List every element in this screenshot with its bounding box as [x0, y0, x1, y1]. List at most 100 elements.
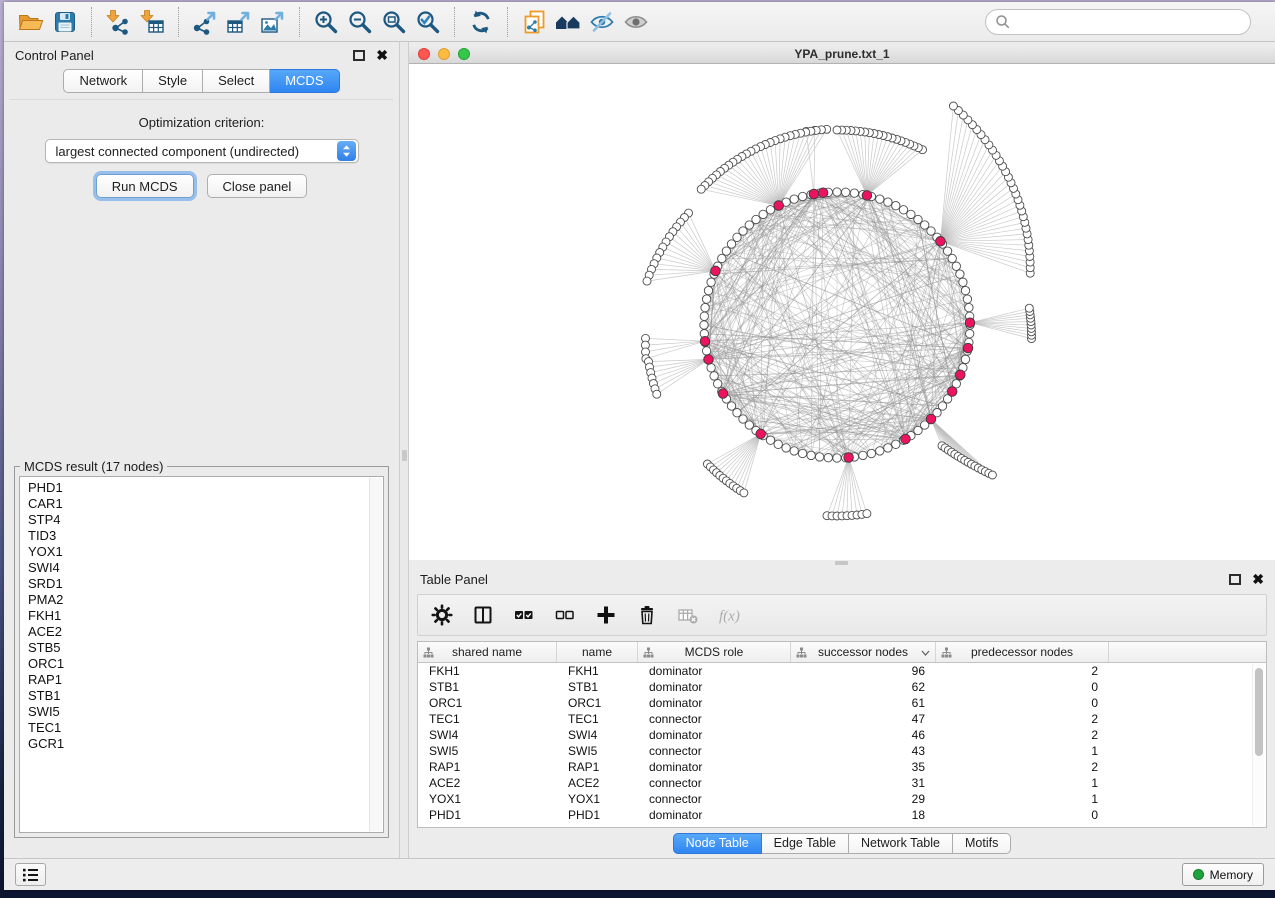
- table-cell[interactable]: FKH1: [557, 664, 638, 678]
- network-graph[interactable]: [409, 64, 1275, 560]
- export-image-button[interactable]: [256, 6, 290, 38]
- table-cell[interactable]: connector: [638, 712, 791, 726]
- table-cell[interactable]: 1: [936, 792, 1109, 806]
- tab-style[interactable]: Style: [143, 69, 203, 93]
- table-cell[interactable]: ORC1: [557, 696, 638, 710]
- tab-mcds[interactable]: MCDS: [270, 69, 339, 93]
- import-network-file-button[interactable]: [101, 6, 135, 38]
- mcds-result-item[interactable]: SWI5: [28, 704, 383, 720]
- column-header-MCDS-role[interactable]: MCDS role: [638, 642, 791, 662]
- result-list-scrollbar[interactable]: [369, 478, 382, 831]
- table-cell[interactable]: 46: [791, 728, 936, 742]
- table-cell[interactable]: YOX1: [557, 792, 638, 806]
- mcds-result-item[interactable]: RAP1: [28, 672, 383, 688]
- table-cell[interactable]: connector: [638, 744, 791, 758]
- select-all-button[interactable]: [512, 603, 536, 627]
- table-cell[interactable]: FKH1: [418, 664, 557, 678]
- column-header-shared-name[interactable]: shared name: [418, 642, 557, 662]
- mcds-result-list[interactable]: PHD1CAR1STP4TID3YOX1SWI4SRD1PMA2FKH1ACE2…: [19, 476, 384, 833]
- mcds-result-item[interactable]: SRD1: [28, 576, 383, 592]
- tab-network[interactable]: Network: [63, 69, 143, 93]
- table-cell[interactable]: STB1: [557, 680, 638, 694]
- table-cell[interactable]: 2: [936, 664, 1109, 678]
- table-cell[interactable]: 0: [936, 680, 1109, 694]
- table-cell[interactable]: dominator: [638, 808, 791, 822]
- table-cell[interactable]: connector: [638, 776, 791, 790]
- table-cell[interactable]: 18: [791, 808, 936, 822]
- node-table[interactable]: shared namenameMCDS rolesuccessor nodesp…: [417, 641, 1267, 828]
- close-icon[interactable]: ✖: [1252, 572, 1264, 586]
- close-window-icon[interactable]: [418, 48, 430, 60]
- optimization-criterion-select[interactable]: largest connected component (undirected): [45, 139, 359, 163]
- table-row[interactable]: FKH1FKH1dominator962: [418, 663, 1266, 679]
- table-row[interactable]: SWI5SWI5connector431: [418, 743, 1266, 759]
- float-icon[interactable]: [1229, 574, 1241, 585]
- splitter-grip[interactable]: [402, 450, 407, 461]
- tab-edge-table[interactable]: Edge Table: [762, 833, 849, 854]
- minimize-window-icon[interactable]: [438, 48, 450, 60]
- mcds-result-item[interactable]: STP4: [28, 512, 383, 528]
- tab-motifs[interactable]: Motifs: [953, 833, 1011, 854]
- first-neighbors-button[interactable]: [551, 6, 585, 38]
- table-cell[interactable]: 62: [791, 680, 936, 694]
- table-cell[interactable]: connector: [638, 792, 791, 806]
- close-icon[interactable]: ✖: [376, 48, 388, 62]
- table-cell[interactable]: 1: [936, 776, 1109, 790]
- mcds-result-item[interactable]: YOX1: [28, 544, 383, 560]
- table-cell[interactable]: 2: [936, 712, 1109, 726]
- float-icon[interactable]: [353, 50, 365, 61]
- table-cell[interactable]: 29: [791, 792, 936, 806]
- table-cell[interactable]: 31: [791, 776, 936, 790]
- table-cell[interactable]: dominator: [638, 696, 791, 710]
- mcds-result-item[interactable]: PHD1: [28, 480, 383, 496]
- tab-network-table[interactable]: Network Table: [849, 833, 953, 854]
- deselect-all-button[interactable]: [553, 603, 577, 627]
- memory-button[interactable]: Memory: [1182, 863, 1264, 886]
- table-settings-button[interactable]: [430, 603, 454, 627]
- table-cell[interactable]: SWI5: [557, 744, 638, 758]
- table-cell[interactable]: TEC1: [557, 712, 638, 726]
- export-network-button[interactable]: [188, 6, 222, 38]
- column-display-button[interactable]: [471, 603, 495, 627]
- table-row[interactable]: ORC1ORC1dominator610: [418, 695, 1266, 711]
- zoom-out-button[interactable]: [343, 6, 377, 38]
- table-cell[interactable]: STB1: [418, 680, 557, 694]
- table-cell[interactable]: 1: [936, 744, 1109, 758]
- table-cell[interactable]: PHD1: [418, 808, 557, 822]
- table-cell[interactable]: TEC1: [418, 712, 557, 726]
- table-scrollbar[interactable]: [1252, 664, 1264, 826]
- column-header-name[interactable]: name: [557, 642, 638, 662]
- column-header-successor-nodes[interactable]: successor nodes: [791, 642, 936, 662]
- table-cell[interactable]: dominator: [638, 728, 791, 742]
- table-cell[interactable]: 0: [936, 696, 1109, 710]
- maximize-window-icon[interactable]: [458, 48, 470, 60]
- save-session-button[interactable]: [48, 6, 82, 38]
- show-all-button[interactable]: [619, 6, 653, 38]
- task-history-button[interactable]: [15, 863, 46, 886]
- hide-selected-button[interactable]: [585, 6, 619, 38]
- table-cell[interactable]: 96: [791, 664, 936, 678]
- close-panel-button[interactable]: Close panel: [207, 174, 308, 198]
- export-table-button[interactable]: [222, 6, 256, 38]
- import-table-file-button[interactable]: [135, 6, 169, 38]
- table-row[interactable]: PHD1PHD1dominator180: [418, 807, 1266, 823]
- table-cell[interactable]: 2: [936, 728, 1109, 742]
- mcds-result-item[interactable]: ACE2: [28, 624, 383, 640]
- table-cell[interactable]: ACE2: [418, 776, 557, 790]
- mcds-result-item[interactable]: CAR1: [28, 496, 383, 512]
- open-session-button[interactable]: [14, 6, 48, 38]
- table-cell[interactable]: SWI4: [418, 728, 557, 742]
- table-cell[interactable]: 47: [791, 712, 936, 726]
- mcds-result-item[interactable]: SWI4: [28, 560, 383, 576]
- mcds-result-item[interactable]: STB1: [28, 688, 383, 704]
- zoom-selected-region-button[interactable]: [411, 6, 445, 38]
- network-canvas[interactable]: [409, 64, 1275, 560]
- sort-desc-icon[interactable]: [921, 650, 930, 656]
- table-cell[interactable]: dominator: [638, 680, 791, 694]
- add-column-button[interactable]: [594, 603, 618, 627]
- network-nodes[interactable]: [641, 102, 1035, 520]
- table-cell[interactable]: ORC1: [418, 696, 557, 710]
- mcds-result-item[interactable]: STB5: [28, 640, 383, 656]
- table-cell[interactable]: dominator: [638, 664, 791, 678]
- scrollbar-thumb[interactable]: [1255, 668, 1263, 756]
